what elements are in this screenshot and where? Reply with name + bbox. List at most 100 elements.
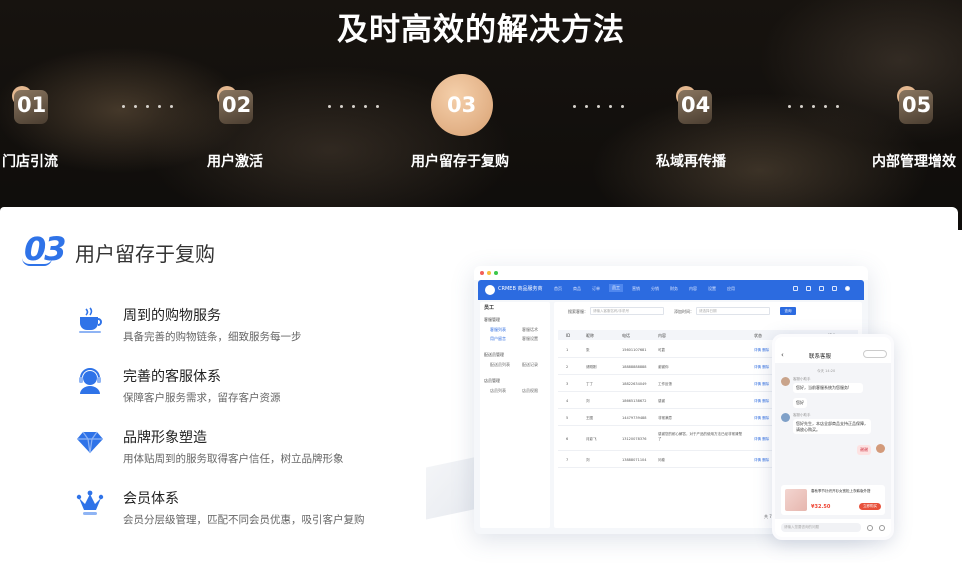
step-number: 02 [222, 93, 252, 117]
emoji-icon[interactable] [867, 525, 873, 531]
agent-name: 客服小助手 [793, 377, 811, 381]
sidebar-group[interactable]: 店员管理 [484, 378, 500, 384]
cell-action[interactable]: 详情 删除 [754, 458, 769, 463]
step-connector-dots [788, 104, 839, 108]
step-label: 用户留存于复购 [411, 154, 509, 170]
brand-name: CRMEB 商品服务商 [498, 286, 543, 292]
bell-icon[interactable] [832, 286, 837, 291]
feature-desc: 具备完善的购物链条，细致服务每一步 [123, 331, 302, 343]
column-header: 状态 [754, 333, 762, 338]
step-connector-dots [328, 104, 379, 108]
customer-service-icon [79, 368, 101, 394]
query-button[interactable]: 查询 [780, 307, 796, 315]
nav-item[interactable]: 应用 [727, 286, 735, 292]
cell-phone: 18665138672 [622, 399, 647, 403]
chat-timestamp: 今天 14:20 [817, 369, 836, 373]
column-header: 电话 [622, 333, 630, 338]
chat-bubble-user: 谢谢 [857, 445, 871, 455]
fullscreen-icon[interactable] [806, 286, 811, 291]
search-icon[interactable] [793, 286, 798, 291]
column-header: 昵称 [586, 333, 594, 338]
product-image [785, 489, 807, 511]
sidebar-item[interactable]: 店员权限 [522, 388, 538, 394]
chat-input[interactable]: 请输入您要咨询的问题 [781, 523, 861, 532]
agent-name: 客服小助手 [793, 413, 811, 417]
nav-item[interactable]: 营销 [632, 286, 640, 292]
cell-id: 3 [566, 382, 569, 386]
chat-bubble-agent: 您好 [793, 398, 807, 408]
chat-bubble-agent: 您好先生，本店全部商品支持正品保障，请放心购买。 [793, 419, 871, 434]
column-header: ID [566, 333, 571, 338]
close-dot-icon [480, 271, 484, 275]
cell-content: 问卷 [658, 458, 665, 462]
nav-item[interactable]: 订单 [592, 286, 600, 292]
cell-id: 6 [566, 437, 569, 441]
cell-id: 7 [566, 458, 569, 462]
sidebar-item[interactable]: 店员列表 [490, 388, 506, 394]
sidebar-item[interactable]: 客服列表 [490, 327, 506, 333]
cell-content: 工作反馈 [658, 382, 672, 386]
cell-action[interactable]: 详情 删除 [754, 437, 769, 442]
search-label: 搜索客服： [568, 309, 588, 314]
step-label: 内部管理增效 [872, 154, 956, 170]
buy-button[interactable]: 立即购买 [859, 503, 881, 510]
miniapp-menu-capsule[interactable] [863, 350, 887, 358]
nav-item-active[interactable]: 员工 [609, 284, 623, 292]
nav-item[interactable]: 设置 [708, 286, 716, 292]
cell-phone: 14479739488 [622, 416, 647, 420]
nav-item[interactable]: 商品 [573, 286, 581, 292]
chat-input-bar: 请输入您要咨询的问题 [775, 519, 891, 537]
plus-icon[interactable] [879, 525, 885, 531]
cell-action[interactable]: 详情 删除 [754, 399, 769, 404]
step-label: 门店引流 [2, 154, 58, 170]
feature-desc: 会员分层级管理，匹配不同会员优惠，吸引客户复购 [123, 514, 365, 526]
cell-id: 2 [566, 365, 569, 369]
feature-title: 品牌形象塑造 [123, 430, 207, 446]
agent-avatar [781, 413, 790, 422]
sidebar-item[interactable]: 客服设置 [522, 336, 538, 342]
cell-name: 张 [586, 348, 590, 352]
cell-name: 请刚刚 [586, 365, 597, 369]
cell-action[interactable]: 详情 删除 [754, 348, 769, 353]
agent-avatar [781, 377, 790, 386]
step-connector-dots [122, 104, 173, 108]
nav-item[interactable]: 首页 [554, 286, 562, 292]
step-number: 04 [681, 93, 711, 117]
back-arrow-icon[interactable]: ‹ [781, 351, 784, 359]
cell-action[interactable]: 详情 删除 [754, 382, 769, 387]
refresh-icon[interactable] [819, 286, 824, 291]
search-input[interactable]: 请输入客服名称/手机号 [590, 307, 664, 315]
cell-content: 非常满意 [658, 416, 672, 420]
cell-action[interactable]: 详情 删除 [754, 365, 769, 370]
sidebar-item[interactable]: 配送记录 [522, 362, 538, 368]
hero-title: 及时高效的解决方法 [337, 12, 625, 48]
cell-name: 月影飞 [586, 437, 597, 441]
cell-phone: 13120078376 [622, 437, 647, 441]
maximize-dot-icon [494, 271, 498, 275]
cell-phone: 18822634049 [622, 382, 647, 386]
sidebar-group[interactable]: 客服管理 [484, 317, 500, 323]
cell-action[interactable]: 详情 删除 [754, 416, 769, 421]
cell-name: 丁丁 [586, 382, 593, 386]
mobile-chat-mockup: ‹ 联系客服 今天 14:20 客服小助手 您好，当前客服系统为您服务! 您好 … [772, 334, 894, 540]
avatar[interactable] [845, 286, 850, 291]
decorative-cube [426, 456, 478, 520]
nav-item[interactable]: 内容 [689, 286, 697, 292]
date-picker[interactable]: 请选择日期 [696, 307, 770, 315]
cell-id: 1 [566, 348, 569, 352]
nav-item[interactable]: 财务 [670, 286, 678, 292]
nav-item[interactable]: 分销 [651, 286, 659, 292]
sidebar-group[interactable]: 配送员管理 [484, 352, 504, 358]
chat-title: 联系客服 [809, 354, 832, 360]
minimize-dot-icon [487, 271, 491, 275]
date-label: 添加时间： [674, 309, 694, 314]
cell-phone: 13888071104 [622, 458, 647, 462]
page: 及时高效的解决方法 01 门店引流 02 用户激活 03 用户留存于复购 04 … [0, 0, 962, 583]
product-card[interactable]: 春秋季节针织开衫女宽松上衣韩版外搭 ¥32.50 立即购买 [781, 485, 885, 515]
product-price: ¥32.50 [811, 504, 831, 510]
user-avatar [876, 444, 885, 453]
sidebar-item[interactable]: 客服话术 [522, 327, 538, 333]
coffee-cup-icon [79, 307, 102, 333]
sidebar-item[interactable]: 配送员列表 [490, 362, 510, 368]
sidebar-item[interactable]: 用户留言 [490, 336, 506, 342]
